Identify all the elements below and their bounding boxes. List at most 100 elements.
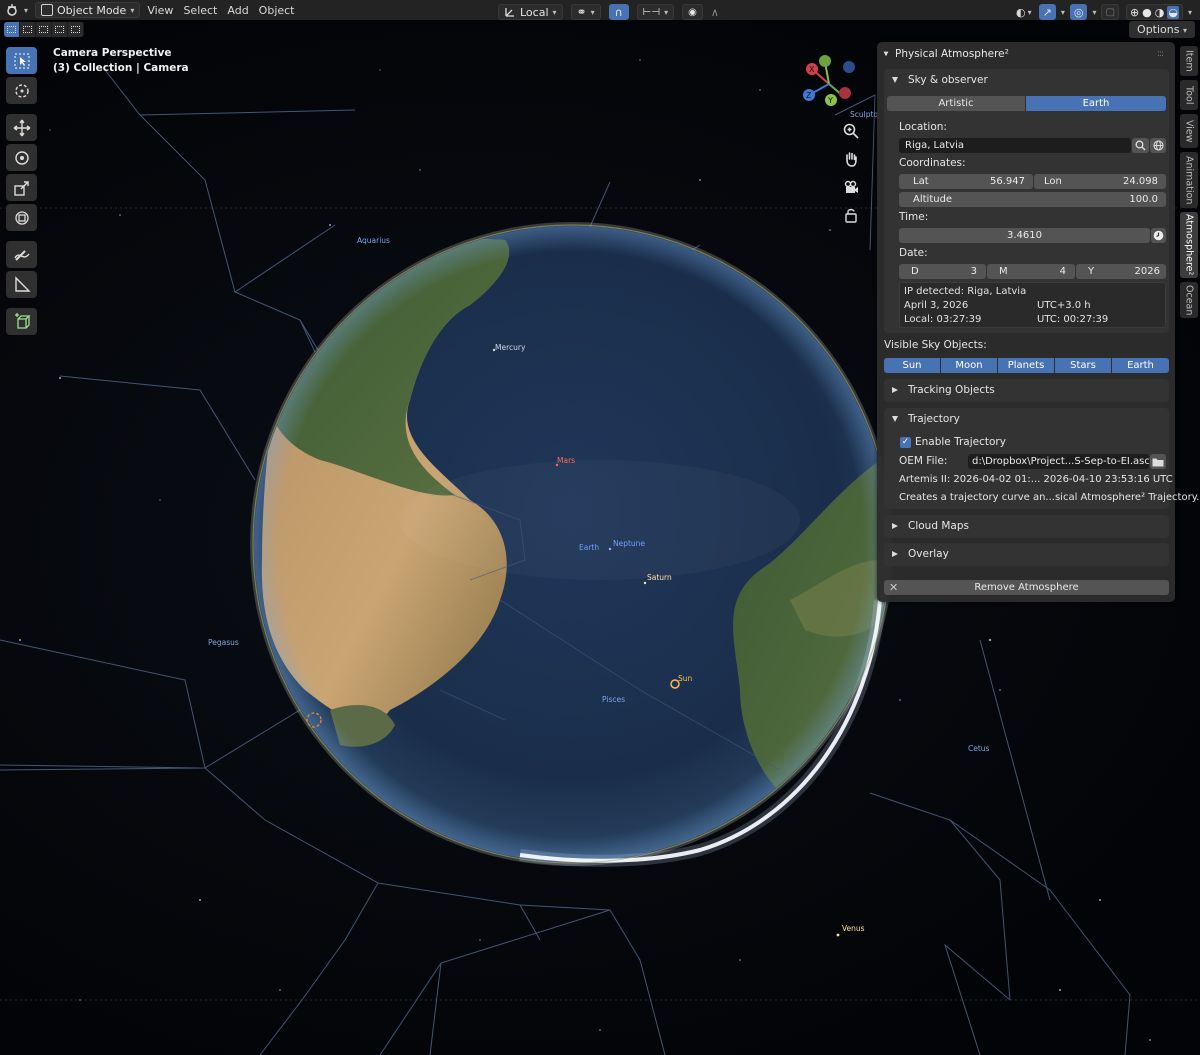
rotate-tool-button[interactable] — [6, 144, 37, 171]
tab-tool[interactable]: Tool — [1180, 80, 1198, 110]
falloff-menu[interactable]: ∧ — [709, 2, 721, 22]
scale-tool-button[interactable] — [6, 174, 37, 201]
rendered-icon[interactable]: ◒ — [1167, 5, 1179, 19]
snap-target[interactable]: ⊢⊣ ▾ — [636, 4, 675, 20]
navigation-gizmo[interactable]: X Y Z — [795, 50, 863, 114]
options-button[interactable]: Options ▾ — [1129, 21, 1195, 38]
tab-animation[interactable]: Animation — [1180, 152, 1198, 208]
wireframe-icon[interactable]: ⊕ — [1130, 6, 1139, 19]
snap-toggle[interactable]: ∩ — [608, 4, 629, 20]
tab-ocean[interactable]: Ocean — [1180, 282, 1198, 318]
oem-file-field[interactable]: d:\Dropbox\Project...S-Sep-to-EI.asc — [968, 454, 1149, 469]
orientation-icon — [505, 8, 514, 17]
ruler-icon — [14, 275, 31, 292]
tab-earth[interactable]: Earth — [1026, 96, 1166, 111]
toggle-stars[interactable]: Stars — [1055, 358, 1112, 373]
material-icon[interactable]: ◑ — [1155, 6, 1165, 19]
day-field[interactable]: D 3 — [899, 264, 986, 279]
overlay-toggle[interactable]: ◎ — [1069, 4, 1088, 20]
options-label: Options — [1137, 23, 1180, 36]
tracking-section: Tracking Objects — [884, 379, 1169, 402]
select-new-button[interactable] — [4, 22, 20, 37]
select-tool-button[interactable] — [6, 47, 37, 74]
enable-trajectory-checkbox[interactable]: ✓ Enable Trajectory — [900, 436, 1006, 448]
eye-icon: ◐ — [1016, 5, 1026, 19]
zoom-icon[interactable] — [840, 120, 862, 142]
cursor-tool-button[interactable] — [6, 77, 37, 104]
sky-observer-header[interactable]: Sky & observer — [884, 69, 1169, 91]
select-extend-icon — [23, 26, 32, 33]
annotate-tool-button[interactable] — [6, 241, 37, 268]
link-icon: ⚭ — [576, 5, 587, 19]
lat-field[interactable]: Lat 56.947 — [899, 174, 1033, 189]
pivot-point[interactable]: ⚭ ▾ — [570, 4, 601, 20]
transform-tool-button[interactable] — [6, 204, 37, 231]
cloud-maps-header[interactable]: Cloud Maps — [884, 515, 1169, 537]
chevron-down-icon: ▾ — [1182, 26, 1187, 35]
oem-file-label: OEM File: — [899, 455, 948, 467]
mode-selector[interactable]: Object Mode ▾ — [35, 2, 141, 18]
camera-view-icon[interactable] — [840, 176, 862, 198]
folder-icon — [1152, 458, 1164, 466]
tab-atmosphere[interactable]: Atmosphere² — [1180, 212, 1198, 278]
select-subtract-button[interactable] — [36, 22, 52, 37]
menu-select[interactable]: Select — [178, 0, 222, 20]
select-invert-icon — [55, 26, 64, 33]
xray-toggle[interactable]: ▢ — [1101, 4, 1119, 20]
search-location-button[interactable] — [1132, 138, 1149, 153]
tab-item[interactable]: Item — [1180, 46, 1198, 76]
gizmo-toggle[interactable]: ↗ — [1038, 4, 1056, 20]
axis-z-label: Z — [806, 91, 812, 100]
toggle-planets[interactable]: Planets — [998, 358, 1055, 373]
detect-location-button[interactable] — [1150, 138, 1166, 153]
month-field[interactable]: M 4 — [987, 264, 1075, 279]
tab-artistic[interactable]: Artistic — [887, 96, 1026, 111]
time-field[interactable]: 3.4610 — [899, 228, 1150, 243]
transform-orientation[interactable]: Local ▾ — [498, 4, 563, 20]
shading-modes[interactable]: ⊕ ● ◑ ◒ — [1125, 4, 1183, 20]
solid-icon[interactable]: ● — [1142, 6, 1152, 19]
select-extend-button[interactable] — [20, 22, 36, 37]
toggle-sun[interactable]: Sun — [884, 358, 941, 373]
visibility-menu[interactable]: ◐ ▾ — [1014, 2, 1034, 22]
browse-file-button[interactable] — [1150, 454, 1166, 469]
tracking-header[interactable]: Tracking Objects — [884, 379, 1169, 401]
select-intersect-button[interactable] — [68, 22, 84, 37]
lon-field[interactable]: Lon 24.098 — [1034, 174, 1166, 189]
menu-object[interactable]: Object — [254, 0, 300, 20]
panel-header[interactable]: Physical Atmosphere² ::: — [883, 45, 1169, 63]
toggle-moon[interactable]: Moon — [941, 358, 998, 373]
location-info-box: IP detected: Riga, Latvia April 3, 2026 … — [899, 282, 1166, 328]
move-tool-button[interactable] — [6, 114, 37, 141]
pan-hand-icon[interactable] — [840, 148, 862, 170]
overlay-header[interactable]: Overlay — [884, 543, 1169, 565]
editor-type-menu[interactable]: ▾ — [0, 0, 33, 20]
search-icon — [1135, 140, 1146, 151]
chevron-down-icon: ▾ — [552, 7, 557, 17]
remove-atmosphere-button[interactable]: ✕ Remove Atmosphere — [884, 580, 1169, 595]
menu-view[interactable]: View — [142, 0, 178, 20]
measure-tool-button[interactable] — [6, 271, 37, 298]
camera-perspective-label: Camera Perspective — [53, 47, 172, 59]
toggle-earth[interactable]: Earth — [1112, 358, 1169, 373]
clock-button[interactable] — [1151, 228, 1166, 243]
label-earth: Earth — [579, 543, 600, 552]
lock-icon[interactable] — [840, 204, 862, 226]
trajectory-header[interactable]: Trajectory — [884, 408, 1169, 430]
tool-shelf — [6, 47, 38, 335]
add-cube-tool-button[interactable] — [6, 308, 37, 335]
menu-add[interactable]: Add — [222, 0, 253, 20]
axis-y-label: Y — [827, 96, 833, 105]
year-field[interactable]: Y 2026 — [1076, 264, 1166, 279]
location-field[interactable]: Riga, Latvia — [899, 138, 1131, 153]
label-venus: Venus — [842, 924, 865, 933]
drag-grip-icon[interactable]: ::: — [1157, 49, 1164, 59]
altitude-field[interactable]: Altitude 100.0 — [899, 192, 1166, 207]
magnet-icon: ∩ — [614, 5, 623, 19]
proportional-edit[interactable]: ◉ — [682, 4, 703, 20]
collapse-icon — [883, 51, 889, 57]
select-invert-button[interactable] — [52, 22, 68, 37]
date-label: Date: — [899, 247, 928, 259]
tab-view[interactable]: View — [1180, 114, 1198, 148]
globe-icon — [1152, 140, 1164, 151]
